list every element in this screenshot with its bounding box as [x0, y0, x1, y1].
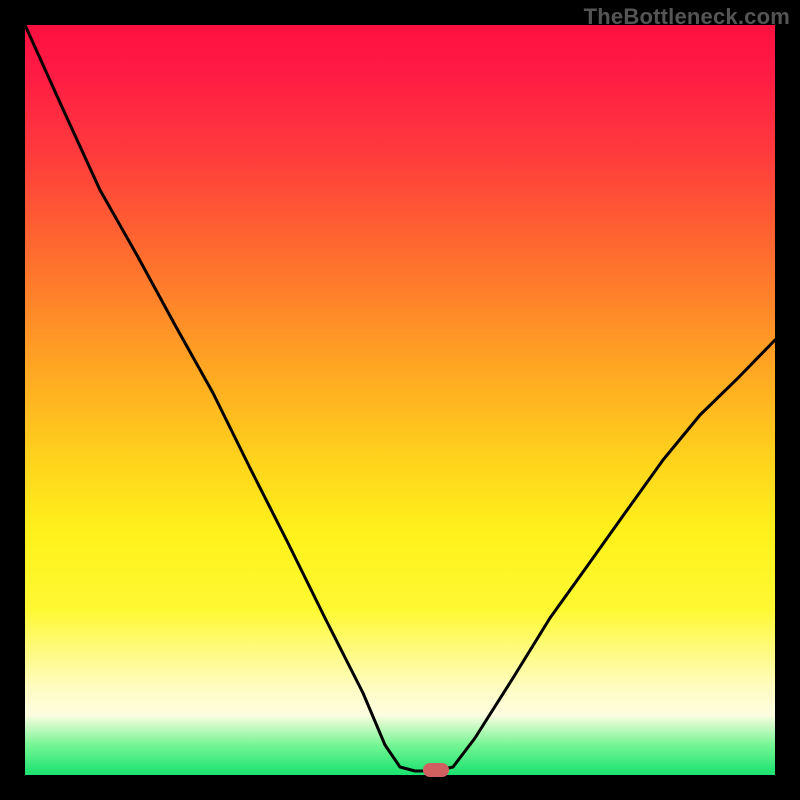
optimal-point-marker [423, 763, 449, 777]
bottleneck-curve [25, 25, 775, 775]
plot-area [25, 25, 775, 775]
curve-path [25, 25, 775, 771]
